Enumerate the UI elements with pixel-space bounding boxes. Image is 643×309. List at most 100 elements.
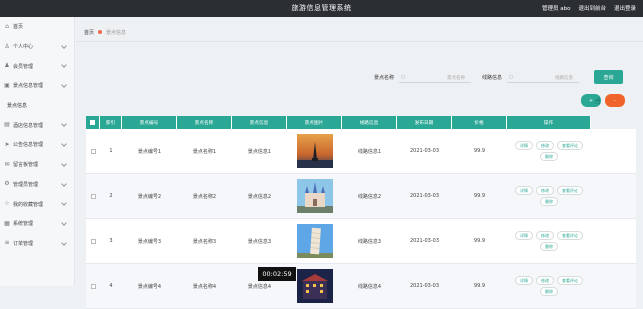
- image-cell: [287, 219, 342, 263]
- logout-link[interactable]: 退出登录: [614, 4, 636, 12]
- sidebar-item[interactable]: ⚙ 管理员管理: [0, 175, 74, 195]
- detail-button[interactable]: 详情: [515, 276, 533, 285]
- price-cell: 99.9: [473, 238, 486, 244]
- sidebar: ⌂ 首页 ♙ 个人中心 ♟ 会员管理 ▣ 景点信息管理 景点信息 ▤ 酒店信息管理 ➤ 公告信息管理 ✉ 留…: [0, 17, 75, 286]
- row-checkbox[interactable]: [90, 148, 96, 154]
- image-cell: [287, 174, 342, 218]
- sidebar-item[interactable]: ▤ 酒店信息管理: [0, 115, 74, 135]
- delete-button[interactable]: -: [605, 94, 625, 107]
- row-actions: 详情 修改 查看评论删除: [509, 141, 589, 161]
- name-cell: 景点名称4: [192, 283, 217, 290]
- name-cell: 景点名称1: [192, 148, 217, 155]
- sidebar-item[interactable]: ▣ 景点信息管理: [0, 76, 74, 96]
- row-actions: 详情 修改 查看评论删除: [509, 231, 589, 251]
- name-search-label: 景点名称: [374, 75, 395, 81]
- code-cell: 景点编号2: [137, 193, 162, 200]
- code-cell: 景点编号1: [137, 148, 162, 155]
- route-cell: 线路信息1: [357, 148, 382, 155]
- detail-button[interactable]: 详情: [515, 141, 533, 150]
- table-header: 索引 景点编号 景点名称 景点信息 景点图片 线路信息 发布日期 价格 操作: [86, 116, 636, 129]
- row-checkbox[interactable]: [90, 238, 96, 244]
- delete-row-button[interactable]: 删除: [540, 287, 558, 296]
- edit-button[interactable]: 修改: [536, 231, 554, 240]
- chevron-down-icon: [61, 141, 67, 147]
- date-cell: 2021-03-03: [409, 283, 440, 289]
- view-comments-button[interactable]: 查看评论: [557, 141, 583, 150]
- route-search-input[interactable]: ○ 线路信息: [507, 72, 580, 83]
- sidebar-item[interactable]: ☆ 我的收藏管理: [0, 194, 74, 214]
- sidebar-item[interactable]: ➤ 公告信息管理: [0, 135, 74, 155]
- query-button[interactable]: 查询: [594, 70, 623, 84]
- scenic-thumbnail[interactable]: [296, 269, 333, 303]
- name-search: 景点名称 ○ 景点名称: [374, 72, 472, 83]
- column-header: 索引: [100, 116, 122, 129]
- sidebar-item-label: 景点信息: [7, 103, 28, 110]
- route-cell: 线路信息3: [357, 238, 382, 245]
- sidebar-item[interactable]: ▦ 系统管理: [0, 214, 74, 234]
- column-header: 操作: [507, 116, 591, 129]
- ops-cell: 详情 修改 查看评论删除: [507, 219, 591, 263]
- scenic-thumbnail[interactable]: [296, 134, 333, 168]
- view-comments-button[interactable]: 查看评论: [557, 276, 583, 285]
- select-all-checkbox[interactable]: [90, 120, 95, 125]
- admin-label: 管理员 abo: [541, 6, 571, 12]
- sidebar-item-label: 订单管理: [13, 240, 34, 247]
- code-cell: 景点编号4: [137, 283, 162, 290]
- breadcrumb-home[interactable]: 首页: [84, 29, 94, 36]
- delete-row-button[interactable]: 删除: [540, 152, 558, 161]
- column-header: 价格: [452, 116, 507, 129]
- edit-button[interactable]: 修改: [536, 141, 554, 150]
- sidebar-item-label: 留言板管理: [13, 162, 39, 169]
- row-actions: 详情 修改 查看评论删除: [509, 276, 589, 296]
- route-search-label: 线路信息: [482, 75, 503, 81]
- scenic-thumbnail[interactable]: [296, 224, 333, 258]
- sidebar-item[interactable]: ≡ 订单管理: [0, 234, 74, 254]
- star-icon: ☆: [4, 200, 10, 208]
- sidebar-item-label: 会员管理: [13, 63, 34, 70]
- message-icon: ✉: [4, 160, 10, 168]
- route-cell: 线路信息4: [357, 283, 382, 290]
- select-cell: [86, 219, 100, 263]
- edit-button[interactable]: 修改: [536, 276, 554, 285]
- edit-button[interactable]: 修改: [536, 186, 554, 195]
- index-cell: 1: [109, 148, 113, 154]
- detail-button[interactable]: 详情: [515, 186, 533, 195]
- date-cell: 2021-03-03: [409, 148, 440, 154]
- row-checkbox[interactable]: [90, 193, 96, 199]
- sidebar-item[interactable]: ⌂ 首页: [0, 17, 74, 37]
- price-cell: 99.9: [473, 283, 486, 289]
- table-row: 3 景点编号3 景点名称3 景点信息3 线路信息3 2021-03-03 99.9 详情 修改查…: [86, 219, 636, 264]
- gear-icon: ⚙: [4, 180, 10, 188]
- name-search-input[interactable]: ○ 景点名称: [399, 72, 472, 83]
- select-all-header: [86, 116, 100, 129]
- breadcrumb-current: 景点信息: [106, 29, 127, 36]
- delete-row-button[interactable]: 删除: [540, 197, 558, 206]
- image-cell: [287, 129, 342, 173]
- detail-button[interactable]: 详情: [515, 231, 533, 240]
- column-header: 景点图片: [287, 116, 342, 129]
- row-checkbox[interactable]: [90, 283, 96, 289]
- exit-console-link[interactable]: 退出到前台: [578, 4, 606, 12]
- delete-row-button[interactable]: 删除: [540, 242, 558, 251]
- top-bar: 旅游信息管理系统 管理员 abo 退出到前台 退出登录: [0, 0, 643, 17]
- date-cell: 2021-03-03: [409, 193, 440, 199]
- view-comments-button[interactable]: 查看评论: [557, 186, 583, 195]
- info-cell: 景点信息3: [247, 238, 272, 245]
- map-icon: ▣: [4, 81, 10, 89]
- index-cell: 4: [109, 283, 113, 289]
- sidebar-item[interactable]: 景点信息: [0, 96, 74, 116]
- scenic-thumbnail[interactable]: [296, 179, 333, 213]
- sidebar-item[interactable]: ♟ 会员管理: [0, 56, 74, 76]
- column-header: 发布日期: [397, 116, 452, 129]
- user-icon: ♙: [4, 42, 10, 50]
- view-comments-button[interactable]: 查看评论: [557, 231, 583, 240]
- table-row: 4 景点编号4 景点名称4 景点信息4 线路信息4 2021-03-03 99.9 详情 修改查…: [86, 264, 636, 309]
- sidebar-item-label: 酒店信息管理: [13, 122, 44, 129]
- sidebar-item-label: 管理员管理: [13, 181, 39, 188]
- sidebar-item[interactable]: ✉ 留言板管理: [0, 155, 74, 175]
- sidebar-item-label: 首页: [13, 24, 24, 31]
- sidebar-item[interactable]: ♙ 个人中心: [0, 37, 74, 57]
- send-icon: ➤: [4, 140, 10, 148]
- name-cell: 景点名称2: [192, 193, 217, 200]
- sidebar-item-label: 景点信息管理: [13, 83, 44, 90]
